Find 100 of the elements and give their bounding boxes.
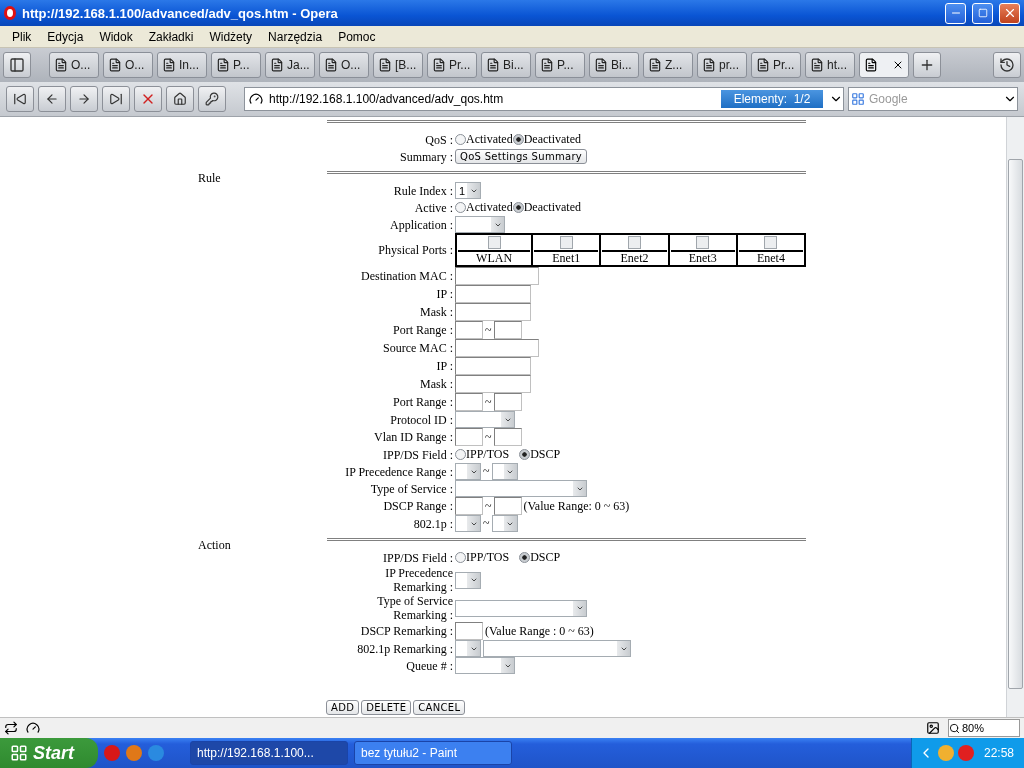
text-field[interactable] bbox=[455, 393, 483, 411]
text-field[interactable] bbox=[455, 285, 531, 303]
text-field[interactable] bbox=[455, 303, 531, 321]
text-field[interactable] bbox=[455, 321, 483, 339]
checkbox[interactable] bbox=[487, 236, 501, 249]
browser-tab[interactable]: pr... bbox=[697, 52, 747, 78]
menu-item[interactable]: Zakładki bbox=[140, 29, 202, 44]
scrollbar-thumb[interactable] bbox=[1008, 159, 1023, 689]
field-label: Vlan ID Range : bbox=[373, 430, 454, 444]
panel-toggle-button[interactable] bbox=[3, 52, 31, 78]
menu-item[interactable]: Narzędzia bbox=[260, 29, 331, 44]
home-icon bbox=[173, 92, 187, 106]
text-field[interactable] bbox=[455, 497, 483, 515]
text-field[interactable] bbox=[493, 497, 522, 515]
field-label: QoS : bbox=[424, 132, 454, 147]
dropdown[interactable]: 1 bbox=[455, 182, 481, 199]
taskbar-task[interactable]: http://192.168.1.100... bbox=[190, 741, 348, 765]
stop-button[interactable] bbox=[134, 86, 162, 112]
menu-item[interactable]: Plik bbox=[4, 29, 40, 44]
home-button[interactable] bbox=[166, 86, 194, 112]
menu-item[interactable]: Edycja bbox=[39, 29, 92, 44]
browser-tab[interactable]: P... bbox=[535, 52, 585, 78]
form-button[interactable]: DELETE bbox=[361, 700, 412, 715]
radio-button[interactable] bbox=[519, 449, 531, 460]
radio-button[interactable] bbox=[512, 202, 524, 213]
start-button[interactable]: Start bbox=[0, 738, 98, 768]
page-icon bbox=[648, 58, 662, 72]
menu-item[interactable]: Widok bbox=[91, 29, 141, 44]
radio-button[interactable] bbox=[455, 552, 466, 563]
back-button[interactable] bbox=[38, 86, 66, 112]
dropdown[interactable] bbox=[455, 657, 515, 674]
dropdown[interactable] bbox=[455, 571, 481, 589]
text-field[interactable] bbox=[455, 357, 531, 375]
fast-forward-button[interactable] bbox=[102, 86, 130, 112]
minimize-button[interactable] bbox=[945, 2, 966, 24]
text-field[interactable] bbox=[455, 339, 539, 357]
browser-tab[interactable]: Ja... bbox=[265, 52, 315, 78]
browser-tab[interactable]: Bi... bbox=[589, 52, 639, 78]
form-button[interactable]: ADD bbox=[326, 700, 360, 715]
summary-button[interactable]: QoS Settings Summary bbox=[455, 149, 588, 164]
search-box[interactable]: Google bbox=[848, 87, 1018, 111]
closed-tabs-button[interactable] bbox=[993, 52, 1021, 78]
maximize-button[interactable] bbox=[972, 2, 993, 24]
text-field[interactable] bbox=[493, 428, 522, 446]
browser-tab[interactable] bbox=[859, 52, 909, 78]
browser-tab[interactable]: Z... bbox=[643, 52, 693, 78]
range-separator: ~ bbox=[483, 516, 490, 531]
browser-tab[interactable]: [B... bbox=[373, 52, 423, 78]
checkbox[interactable] bbox=[559, 236, 573, 249]
tray-icon[interactable] bbox=[957, 745, 974, 761]
dropdown[interactable] bbox=[455, 216, 505, 233]
dropdown[interactable] bbox=[483, 640, 631, 657]
radio-button[interactable] bbox=[455, 134, 466, 145]
browser-tab[interactable]: ht... bbox=[805, 52, 855, 78]
dropdown[interactable] bbox=[455, 515, 481, 532]
clock: 22:58 bbox=[983, 746, 1014, 760]
dropdown[interactable] bbox=[491, 515, 518, 532]
radio-button[interactable] bbox=[519, 552, 531, 563]
field-label: IP Precedence Range : bbox=[344, 464, 454, 479]
radio-button[interactable] bbox=[455, 449, 466, 460]
radio-label: DSCP bbox=[530, 550, 561, 565]
text-field[interactable] bbox=[455, 622, 483, 640]
radio-button[interactable] bbox=[455, 202, 466, 213]
browser-tab[interactable]: Bi... bbox=[481, 52, 531, 78]
taskbar-task[interactable]: bez tytułu2 - Paint bbox=[354, 741, 512, 765]
radio-button[interactable] bbox=[512, 134, 524, 145]
browser-tab[interactable]: In... bbox=[157, 52, 207, 78]
checkbox[interactable] bbox=[764, 236, 778, 249]
rewind-button[interactable] bbox=[6, 86, 34, 112]
dropdown[interactable] bbox=[455, 480, 587, 497]
text-field[interactable] bbox=[455, 428, 483, 446]
wand-button[interactable] bbox=[198, 86, 226, 112]
checkbox[interactable] bbox=[696, 236, 710, 249]
browser-tab[interactable]: O... bbox=[103, 52, 153, 78]
browser-tab[interactable]: O... bbox=[319, 52, 369, 78]
browser-tab[interactable]: Pr... bbox=[427, 52, 477, 78]
text-field[interactable] bbox=[455, 375, 531, 393]
page-info-icon bbox=[249, 92, 263, 106]
dropdown[interactable] bbox=[455, 463, 481, 480]
checkbox[interactable] bbox=[628, 236, 641, 249]
zoom-field[interactable]: 80% bbox=[948, 719, 1020, 737]
form-button[interactable]: CANCEL bbox=[413, 700, 466, 715]
text-field[interactable] bbox=[493, 321, 522, 339]
menu-item[interactable]: Widżety bbox=[201, 29, 261, 44]
elements-badge[interactable]: Elementy: 1/2 bbox=[721, 90, 823, 108]
forward-button[interactable] bbox=[70, 86, 98, 112]
dropdown[interactable] bbox=[455, 599, 587, 617]
close-button[interactable] bbox=[999, 2, 1020, 24]
text-field[interactable] bbox=[493, 393, 522, 411]
page-icon bbox=[216, 58, 230, 72]
rewind-icon bbox=[13, 92, 27, 106]
browser-tab[interactable]: P... bbox=[211, 52, 261, 78]
forward-arrow-icon bbox=[77, 92, 91, 106]
browser-tab[interactable]: O... bbox=[49, 52, 99, 78]
dropdown[interactable] bbox=[455, 411, 515, 428]
text-field[interactable] bbox=[455, 267, 539, 285]
menu-item[interactable]: Pomoc bbox=[330, 29, 384, 44]
dropdown[interactable] bbox=[455, 640, 481, 657]
browser-tab[interactable]: Pr... bbox=[751, 52, 801, 78]
new-tab-button[interactable] bbox=[913, 52, 941, 78]
